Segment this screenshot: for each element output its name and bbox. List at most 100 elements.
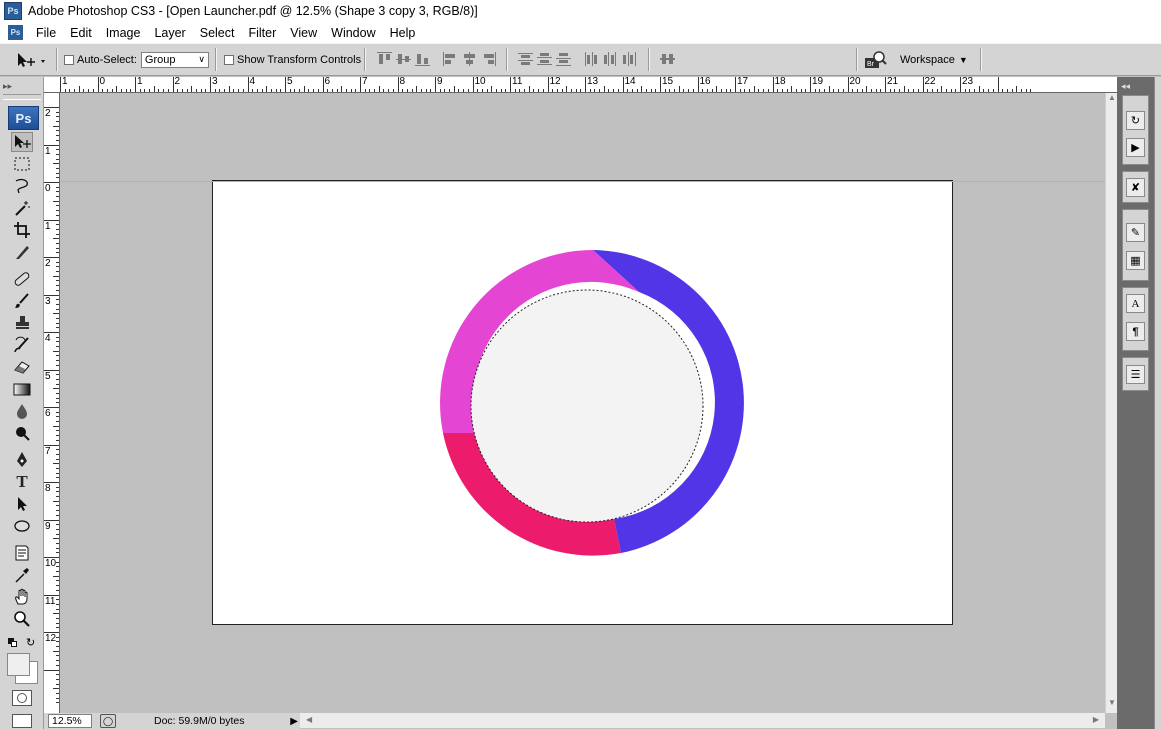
- document-canvas[interactable]: [212, 180, 953, 625]
- panel-title-bar[interactable]: [3, 94, 41, 100]
- distribute-left-edges-icon[interactable]: [584, 52, 599, 66]
- status-menu-arrow-icon[interactable]: ▶: [290, 716, 298, 727]
- ruler-minor-tick: [56, 678, 59, 680]
- auto-select-dropdown[interactable]: Group ∨: [140, 51, 209, 68]
- distribute-bottom-edges-icon[interactable]: [556, 52, 571, 66]
- tool-presets-icon[interactable]: ✘: [1126, 178, 1145, 197]
- align-right-edges-icon[interactable]: [481, 52, 496, 66]
- ruler-minor-tick: [561, 89, 563, 92]
- align-top-edges-icon[interactable]: [377, 52, 392, 66]
- ruler-major-tick: [210, 77, 211, 92]
- swap-colors-icon[interactable]: ↻: [26, 636, 35, 649]
- distribute-horizontal-centers-icon[interactable]: [603, 52, 618, 66]
- type-tool-button[interactable]: T: [11, 472, 33, 492]
- zoom-tool-button[interactable]: [11, 609, 33, 629]
- slice-tool-button[interactable]: [11, 242, 33, 262]
- document-profile-icon[interactable]: ◯: [100, 714, 116, 728]
- vertical-ruler: 2 1 0 1 2 3 4 5 6 7 8 9 10 11 12: [44, 93, 60, 713]
- history-brush-tool-button[interactable]: [11, 335, 33, 355]
- actions-panel-icon[interactable]: ▶: [1126, 138, 1145, 157]
- canvas-area[interactable]: [60, 93, 1105, 713]
- lasso-tool-button[interactable]: [11, 176, 33, 196]
- dodge-tool-button[interactable]: [11, 423, 33, 443]
- ruler-minor-tick: [838, 89, 840, 92]
- auto-align-layers-icon[interactable]: [660, 52, 675, 66]
- align-vertical-centers-icon[interactable]: [396, 52, 411, 66]
- character-panel-icon[interactable]: A: [1126, 294, 1145, 313]
- notes-tool-button[interactable]: [11, 543, 33, 563]
- ruler-minor-tick: [369, 89, 371, 92]
- auto-select-checkbox[interactable]: [64, 54, 74, 65]
- history-panel-icon[interactable]: ↻: [1126, 111, 1145, 130]
- move-tool-button[interactable]: [11, 132, 33, 152]
- healing-brush-tool-button[interactable]: [11, 269, 33, 289]
- ruler-minor-tick: [941, 86, 943, 92]
- bridge-button[interactable]: Br: [864, 44, 888, 75]
- photoshop-logo[interactable]: Ps: [8, 106, 39, 130]
- align-horizontal-centers-icon[interactable]: [462, 52, 477, 66]
- ruler-major-tick: [960, 77, 961, 92]
- menu-layer[interactable]: Layer: [147, 26, 192, 40]
- eyedropper-tool-button[interactable]: [11, 565, 33, 585]
- default-colors-icon[interactable]: [8, 638, 18, 648]
- menu-select[interactable]: Select: [193, 26, 242, 40]
- distribute-vertical-centers-icon[interactable]: [537, 52, 552, 66]
- brushes-panel-icon[interactable]: ✎: [1126, 223, 1145, 242]
- zoom-level-field[interactable]: 12.5%: [48, 714, 92, 728]
- scroll-left-icon[interactable]: ◀: [306, 715, 312, 724]
- align-left-edges-icon[interactable]: [443, 52, 458, 66]
- distribute-top-edges-icon[interactable]: [518, 52, 533, 66]
- dock-collapse-icon[interactable]: ◂◂: [1121, 81, 1130, 92]
- ruler-major-tick: [172, 77, 174, 92]
- horizontal-scrollbar[interactable]: ◀ ▶: [300, 713, 1105, 728]
- ruler-minor-tick: [875, 89, 877, 92]
- path-selection-tool-button[interactable]: [11, 494, 33, 514]
- magic-wand-tool-button[interactable]: [11, 198, 33, 218]
- ring-center-selection[interactable]: [470, 289, 704, 523]
- pen-tool-button[interactable]: [11, 450, 33, 470]
- menu-edit[interactable]: Edit: [63, 26, 99, 40]
- menu-window[interactable]: Window: [324, 26, 382, 40]
- menu-image[interactable]: Image: [99, 26, 148, 40]
- vertical-scrollbar[interactable]: ▲ ▼: [1105, 93, 1117, 713]
- ruler-minor-tick: [908, 89, 910, 92]
- gradient-tool-button[interactable]: [11, 379, 33, 399]
- hand-tool-button[interactable]: [11, 587, 33, 607]
- crop-tool-button[interactable]: [11, 220, 33, 240]
- quick-mask-button[interactable]: [12, 690, 32, 706]
- ruler-minor-tick: [69, 89, 71, 92]
- horizontal-guide-line[interactable]: [60, 181, 1105, 182]
- auto-select-group: Auto-Select: Group ∨: [64, 44, 209, 75]
- document-icon[interactable]: Ps: [8, 25, 23, 40]
- brush-tool-button[interactable]: [11, 291, 33, 311]
- paragraph-panel-icon[interactable]: ¶: [1126, 322, 1145, 341]
- lasso-icon: [15, 178, 28, 194]
- tool-preset-picker[interactable]: [14, 44, 48, 75]
- marquee-tool-button[interactable]: [11, 154, 33, 174]
- ruler-minor-tick: [927, 89, 929, 92]
- menu-help[interactable]: Help: [383, 26, 423, 40]
- layer-comps-icon[interactable]: ☰: [1126, 365, 1145, 384]
- menu-filter[interactable]: Filter: [241, 26, 283, 40]
- blur-tool-button[interactable]: [11, 401, 33, 421]
- workspace-button[interactable]: Workspace ▼: [900, 44, 968, 75]
- align-bottom-edges-icon[interactable]: [415, 52, 430, 66]
- scroll-right-icon[interactable]: ▶: [1093, 715, 1099, 724]
- panel-grip[interactable]: ▸▸: [3, 81, 41, 91]
- ruler-minor-tick: [1006, 89, 1008, 92]
- clone-source-icon[interactable]: ▦: [1126, 251, 1145, 270]
- ruler-minor-tick: [575, 89, 577, 92]
- ruler-minor-tick: [56, 149, 59, 151]
- clone-stamp-tool-button[interactable]: [11, 313, 33, 333]
- screen-mode-button[interactable]: [12, 714, 32, 728]
- ruler-minor-tick: [720, 89, 722, 92]
- scroll-up-icon[interactable]: ▲: [1108, 93, 1116, 102]
- distribute-right-edges-icon[interactable]: [622, 52, 637, 66]
- ellipse-tool-button[interactable]: [11, 516, 33, 536]
- menu-view[interactable]: View: [283, 26, 324, 40]
- scroll-down-icon[interactable]: ▼: [1108, 698, 1116, 707]
- show-transform-checkbox[interactable]: [224, 54, 234, 65]
- eraser-tool-button[interactable]: [11, 357, 33, 377]
- foreground-color-swatch[interactable]: [7, 653, 30, 676]
- menu-file[interactable]: File: [29, 26, 63, 40]
